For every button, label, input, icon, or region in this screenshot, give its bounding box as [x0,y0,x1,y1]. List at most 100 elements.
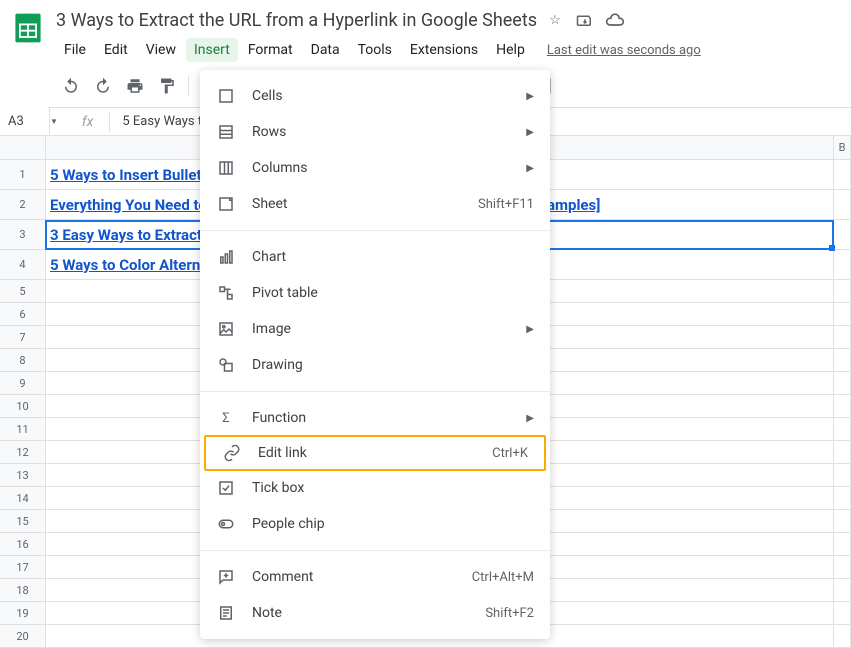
submenu-arrow-icon: ▶ [526,413,534,424]
menu-insert-image[interactable]: Image ▶ [200,311,550,347]
columns-icon [216,158,236,178]
note-icon [216,603,236,623]
submenu-arrow-icon: ▶ [526,163,534,174]
row-header[interactable]: 1 [0,160,46,190]
menu-divider [200,230,550,231]
cell[interactable] [834,510,851,533]
cell[interactable] [834,395,851,418]
menu-insert-cells[interactable]: Cells ▶ [200,78,550,114]
cell[interactable] [834,326,851,349]
menu-insert-chart[interactable]: Chart [200,239,550,275]
move-icon[interactable] [575,10,595,30]
row-header[interactable]: 8 [0,349,46,372]
menu-insert-function[interactable]: Σ Function ▶ [200,400,550,436]
drawing-icon [216,355,236,375]
menu-insert-pivot[interactable]: Pivot table [200,275,550,311]
menu-insert[interactable]: Insert [186,38,238,62]
chart-icon [216,247,236,267]
submenu-arrow-icon: ▶ [526,324,534,335]
paint-format-button[interactable] [152,71,182,101]
cells-icon [216,86,236,106]
menu-insert-rows[interactable]: Rows ▶ [200,114,550,150]
name-box[interactable]: A3 [0,108,50,135]
row-header[interactable]: 7 [0,326,46,349]
rows-icon [216,122,236,142]
row-header[interactable]: 18 [0,579,46,602]
row-header[interactable]: 13 [0,464,46,487]
cell-b2[interactable] [834,190,851,220]
menu-insert-note[interactable]: Note Shift+F2 [200,595,550,631]
cell[interactable] [834,303,851,326]
redo-button[interactable] [88,71,118,101]
row-header[interactable]: 16 [0,533,46,556]
cell[interactable] [834,464,851,487]
select-all-corner[interactable] [0,136,46,160]
row-header[interactable]: 2 [0,190,46,220]
menu-help[interactable]: Help [488,38,533,62]
image-icon [216,319,236,339]
print-button[interactable] [120,71,150,101]
row-header[interactable]: 3 [0,220,46,250]
menu-insert-people-chip[interactable]: People chip [200,506,550,542]
doc-title[interactable]: 3 Ways to Extract the URL from a Hyperli… [56,10,537,31]
menu-insert-tickbox[interactable]: Tick box [200,470,550,506]
last-edit-link[interactable]: Last edit was seconds ago [547,43,701,58]
cell[interactable] [834,418,851,441]
menu-tools[interactable]: Tools [350,38,400,62]
name-box-arrow[interactable]: ▼ [50,117,58,126]
cell[interactable] [834,602,851,625]
menu-format[interactable]: Format [240,38,301,62]
cell[interactable] [834,349,851,372]
row-header[interactable]: 6 [0,303,46,326]
submenu-arrow-icon: ▶ [526,127,534,138]
row-header[interactable]: 19 [0,602,46,625]
row-header[interactable]: 14 [0,487,46,510]
cell[interactable] [834,533,851,556]
menu-edit[interactable]: Edit [96,38,136,62]
menu-insert-link[interactable]: Edit link Ctrl+K [204,435,546,471]
menu-insert-sheet[interactable]: Sheet Shift+F11 [200,186,550,222]
menu-insert-columns[interactable]: Columns ▶ [200,150,550,186]
comment-icon [216,567,236,587]
cell-b1[interactable] [834,160,851,190]
row-header[interactable]: 5 [0,280,46,303]
row-header[interactable]: 11 [0,418,46,441]
cell[interactable] [834,441,851,464]
menu-file[interactable]: File [56,38,94,62]
menu-insert-comment[interactable]: Comment Ctrl+Alt+M [200,559,550,595]
submenu-arrow-icon: ▶ [526,91,534,102]
star-icon[interactable]: ☆ [545,10,565,30]
pivot-icon [216,283,236,303]
cell[interactable] [834,280,851,303]
menu-divider [200,550,550,551]
link-icon [222,443,242,463]
tickbox-icon [216,478,236,498]
sheets-logo[interactable] [8,8,48,48]
menu-insert-drawing[interactable]: Drawing [200,347,550,383]
cell[interactable] [834,372,851,395]
cell[interactable] [834,579,851,602]
row-header[interactable]: 4 [0,250,46,280]
row-header[interactable]: 10 [0,395,46,418]
cloud-status-icon[interactable] [605,10,625,30]
insert-menu-dropdown: Cells ▶ Rows ▶ Columns ▶ Sheet Shift+F11… [200,70,550,639]
cell[interactable] [834,556,851,579]
undo-button[interactable] [56,71,86,101]
menu-data[interactable]: Data [303,38,348,62]
cell-b3[interactable] [834,220,851,250]
function-icon: Σ [216,408,236,428]
menu-divider [200,391,550,392]
row-header[interactable]: 15 [0,510,46,533]
menubar: File Edit View Insert Format Data Tools … [56,36,843,64]
cell-b4[interactable] [834,250,851,280]
row-header[interactable]: 9 [0,372,46,395]
row-header[interactable]: 12 [0,441,46,464]
people-chip-icon [216,514,236,534]
row-header[interactable]: 17 [0,556,46,579]
fx-label: fx [70,114,105,130]
menu-view[interactable]: View [138,38,184,62]
cell[interactable] [834,487,851,510]
sheet-icon [216,194,236,214]
col-header-b[interactable]: B [834,136,851,160]
menu-extensions[interactable]: Extensions [402,38,486,62]
